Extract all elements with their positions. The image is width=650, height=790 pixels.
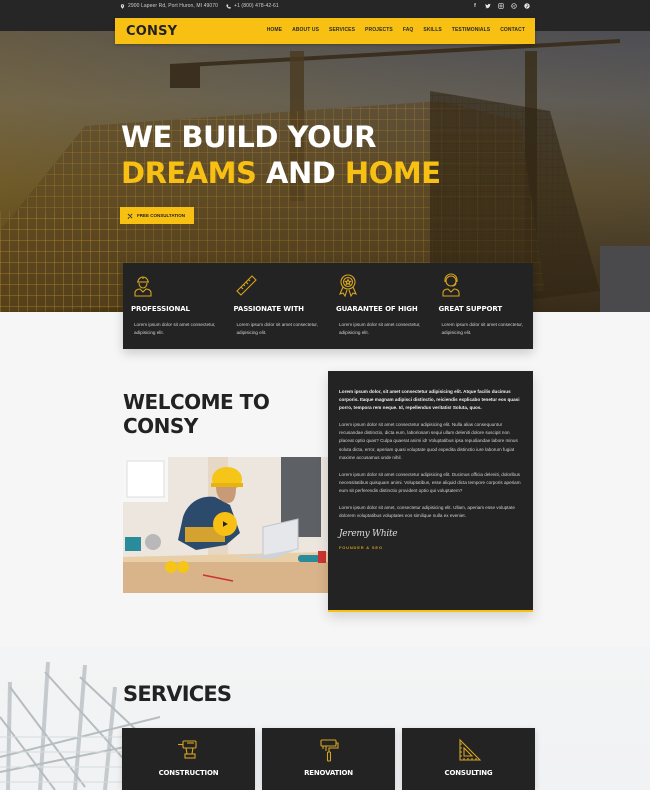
service-card-consulting[interactable]: CONSULTING [402,728,535,790]
welcome-heading-line2: CONSY [123,414,198,438]
features-strip: PROFESSIONAL Lorem ipsum dolor sit amet … [123,263,533,349]
pinterest-icon[interactable] [524,3,530,9]
feature-card: GREAT SUPPORT Lorem ipsum dolor sit amet… [431,263,534,349]
hero-heading: WE BUILD YOUR DREAMS AND HOME [121,119,441,191]
twitter-icon[interactable] [485,3,491,9]
contact-info: 2900 Lapeer Rd, Port Huron, MI 49070 +1 … [120,3,279,9]
address: 2900 Lapeer Rd, Port Huron, MI 49070 [120,3,218,9]
phone-icon [226,3,231,9]
main-navigation: CONSY HOME ABOUT US SERVICES PROJECTS FA… [115,18,535,44]
play-icon [223,521,228,527]
nav-projects[interactable]: PROJECTS [365,27,393,33]
nav-services[interactable]: SERVICES [329,27,355,33]
nav-skills[interactable]: SKILLS [423,27,441,33]
about-text-card: Lorem ipsum dolor, sit amet consectetur … [328,371,533,612]
free-consultation-button[interactable]: FREE CONSULTATION [120,207,194,224]
services-heading: SERVICES [123,682,232,706]
worker-icon [134,276,152,297]
nav-about-us[interactable]: ABOUT US [292,27,319,33]
about-paragraph-lead: Lorem ipsum dolor, sit amet consectetur … [339,389,520,411]
drill-icon [178,740,197,759]
about-paragraph: Lorem ipsum dolor sit amet consectetur a… [339,422,518,460]
hero-line2-middle: AND [266,156,336,190]
address-text: 2900 Lapeer Rd, Port Huron, MI 49070 [128,3,219,9]
feature-title: GUARANTEE OF HIGH [336,305,418,313]
service-card-renovation[interactable]: RENOVATION [262,728,395,790]
feature-title: PASSIONATE WITH [233,305,305,313]
feature-description: Lorem ipsum dolor sit amet consectetur, … [441,322,523,335]
feature-card: GUARANTEE OF HIGH Lorem ipsum dolor sit … [328,263,431,349]
founder-signature: Jeremy White [339,529,398,540]
nav-home[interactable]: HOME [267,27,282,33]
play-video-button[interactable] [213,512,237,536]
paint-roller-icon [320,739,339,762]
service-label: CONSTRUCTION [158,769,219,777]
phone[interactable]: +1 (800) 478-42-61 [226,3,279,9]
hero-line1: WE BUILD YOUR [121,120,376,154]
support-icon [441,273,460,297]
nav-contact[interactable]: CONTACT [500,27,525,33]
social-links: f [472,3,530,9]
facebook-icon[interactable]: f [472,3,478,9]
feature-card: PASSIONATE WITH Lorem ipsum dolor sit am… [226,263,329,349]
dribbble-icon[interactable] [511,3,517,9]
site-logo[interactable]: CONSY [126,24,177,39]
nav-testimonials[interactable]: TESTIMONIALS [452,27,490,33]
welcome-heading: WELCOME TO CONSY [123,390,270,438]
nav-menu: HOME ABOUT US SERVICES PROJECTS FAQ SKIL… [267,27,525,33]
landing-page: 2900 Lapeer Rd, Port Huron, MI 49070 +1 … [0,0,650,790]
service-label: RENOVATION [304,769,353,777]
map-pin-icon [120,3,125,9]
instagram-icon[interactable] [498,3,504,9]
nav-faq[interactable]: FAQ [403,27,414,33]
feature-title: PROFESSIONAL [131,305,190,313]
phone-text: +1 (800) 478-42-61 [234,3,279,9]
founder-role: FOUNDER & SEO [339,545,383,551]
about-paragraph: Lorem ipsum dolor sit amet, consectetur … [339,505,515,519]
ruler-icon [235,275,257,296]
welcome-video-thumbnail[interactable] [123,457,328,593]
free-consultation-label: FREE CONSULTATION [137,213,185,218]
service-card-construction[interactable]: CONSTRUCTION [122,728,255,790]
hero-line2-highlight-1: DREAMS [121,156,257,190]
set-square-icon [459,738,481,761]
feature-description: Lorem ipsum dolor sit amet consectetur, … [339,322,421,335]
feature-title: GREAT SUPPORT [438,305,503,313]
about-paragraph: Lorem ipsum dolor sit amet consectetur a… [339,471,521,493]
award-icon [339,274,357,297]
hero-line2-highlight-2: HOME [344,156,441,190]
feature-description: Lorem ipsum dolor sit amet consectetur, … [236,322,318,335]
feature-card: PROFESSIONAL Lorem ipsum dolor sit amet … [123,263,226,349]
welcome-heading-line1: WELCOME TO [123,390,270,414]
feature-description: Lorem ipsum dolor sit amet consectetur, … [134,322,216,335]
service-label: CONSULTING [444,769,493,777]
tools-icon [127,213,133,219]
